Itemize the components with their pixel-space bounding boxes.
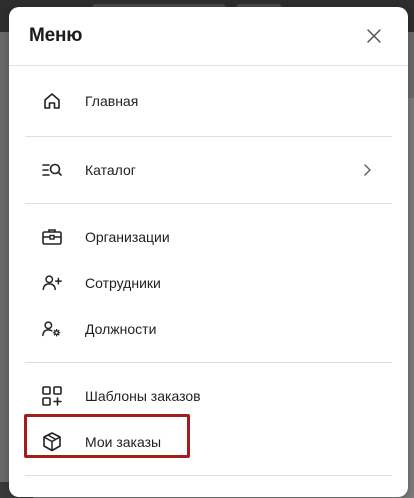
- menu-item-catalog[interactable]: Каталог: [25, 147, 392, 193]
- menu-group-org: Организации Сотрудники Должности: [9, 204, 408, 362]
- catalog-search-icon: [41, 159, 63, 181]
- menu-group-orders: Шаблоны заказов Мои заказы: [9, 363, 408, 475]
- package-icon: [41, 431, 63, 453]
- add-user-icon: [41, 272, 63, 294]
- briefcase-icon: [41, 226, 63, 248]
- menu-item-label: Главная: [85, 93, 139, 109]
- user-gear-icon: [41, 318, 63, 340]
- menu-item-employees[interactable]: Сотрудники: [25, 260, 392, 306]
- menu-item-label: Шаблоны заказов: [85, 388, 201, 404]
- menu-item-label: Сотрудники: [85, 275, 161, 291]
- modal-header: Меню: [9, 7, 408, 66]
- divider: [25, 475, 392, 476]
- menu-item-label: Каталог: [85, 162, 136, 178]
- menu-item-order-templates[interactable]: Шаблоны заказов: [25, 373, 392, 419]
- close-button[interactable]: [362, 24, 386, 48]
- close-icon: [367, 29, 381, 43]
- menu-group-catalog: Каталог: [9, 137, 408, 203]
- menu-group-main: Главная: [9, 66, 408, 136]
- modal-title: Меню: [29, 25, 83, 46]
- grid-add-icon: [41, 385, 63, 407]
- menu-item-label: Мои заказы: [85, 434, 162, 450]
- menu-modal: Меню Главная Каталог Организации Сотрудн…: [9, 7, 408, 497]
- menu-item-label: Должности: [85, 321, 157, 337]
- menu-item-label: Организации: [85, 229, 170, 245]
- menu-item-positions[interactable]: Должности: [25, 306, 392, 352]
- chevron-right-icon: [360, 163, 374, 177]
- menu-item-my-orders[interactable]: Мои заказы: [25, 419, 392, 465]
- menu-item-organizations[interactable]: Организации: [25, 214, 392, 260]
- home-icon: [41, 90, 63, 112]
- menu-item-home[interactable]: Главная: [25, 78, 392, 124]
